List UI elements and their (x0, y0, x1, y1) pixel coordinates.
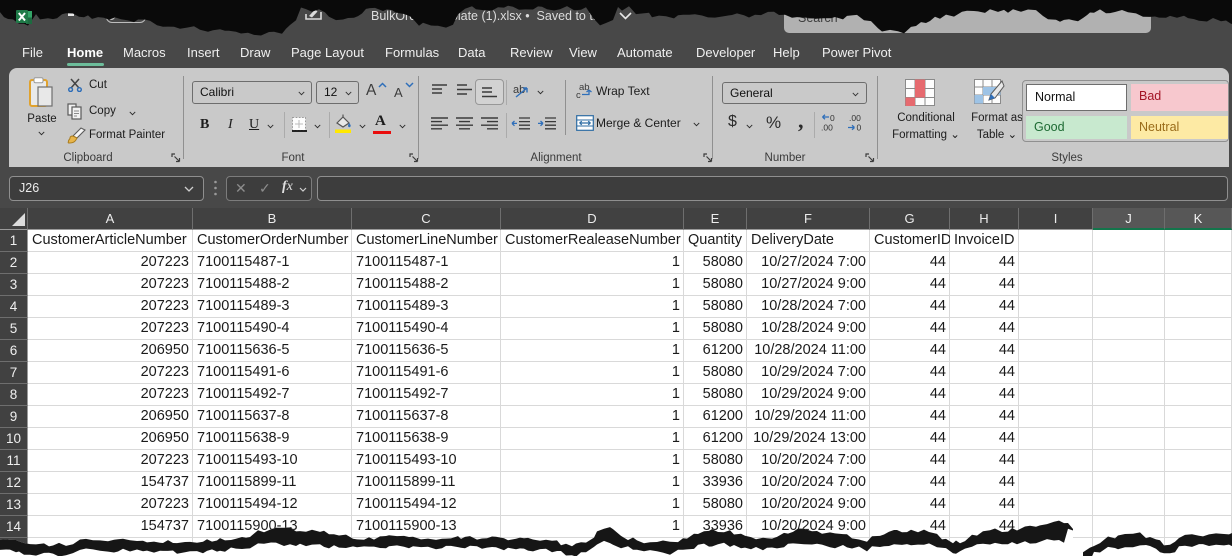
svg-text:.00: .00 (821, 123, 833, 133)
svg-text:c: c (576, 90, 581, 99)
svg-text:.00: .00 (849, 113, 861, 123)
svg-text:0: 0 (857, 123, 862, 133)
svg-text:0: 0 (830, 113, 835, 123)
